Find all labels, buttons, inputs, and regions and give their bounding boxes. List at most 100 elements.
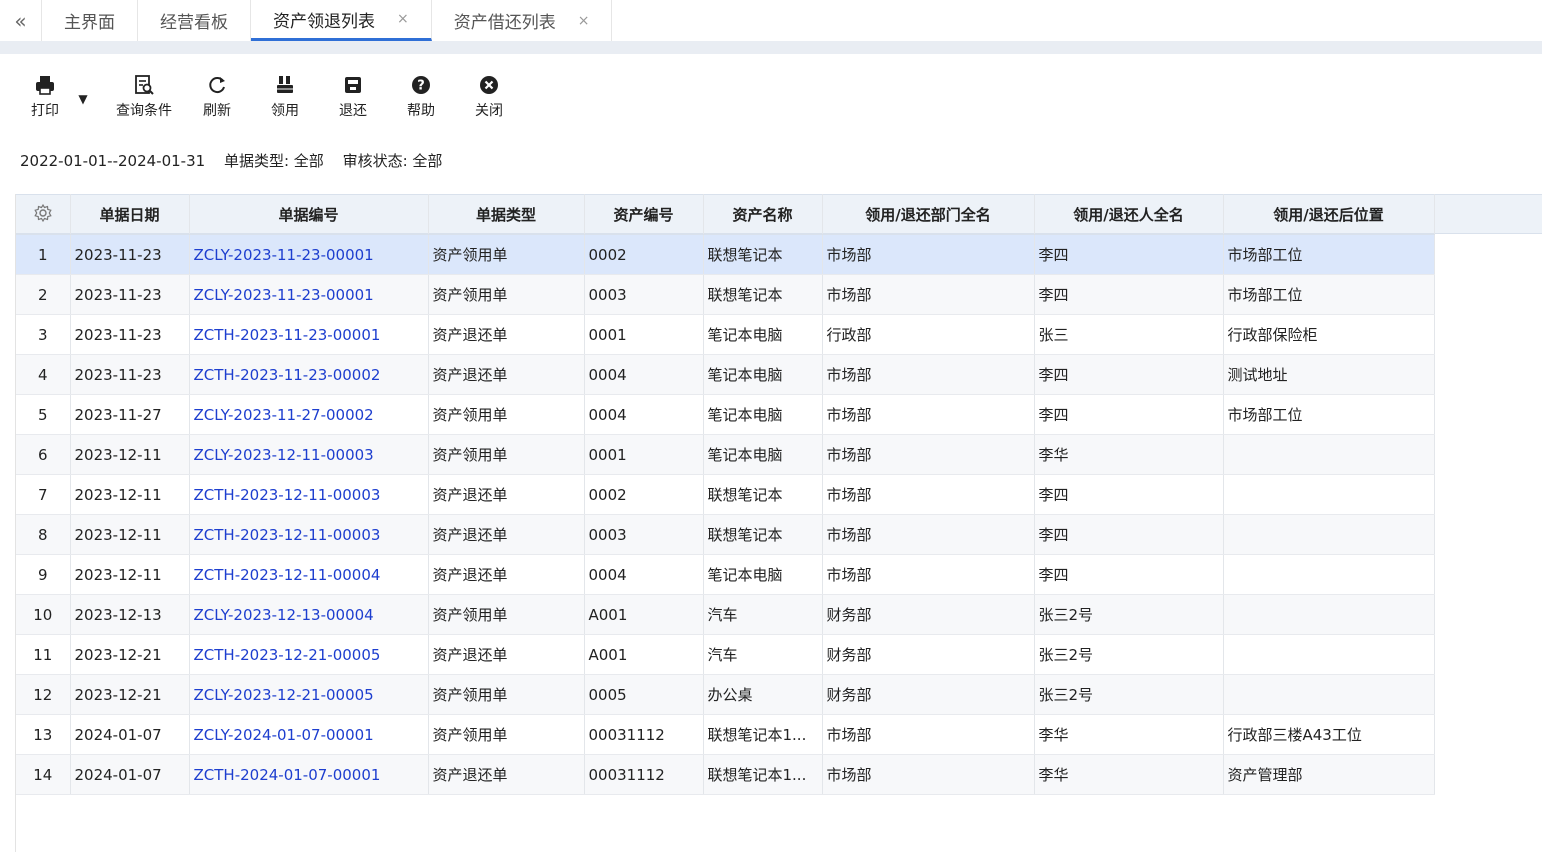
row-number: 9	[16, 554, 71, 595]
doc-date-cell: 2024-01-07	[70, 754, 190, 795]
department-cell: 市场部	[822, 434, 1035, 475]
tab-asset-receive-return-list[interactable]: 资产领退列表 ×	[251, 0, 432, 41]
doc-number-link[interactable]: ZCLY-2024-01-07-00001	[189, 714, 429, 755]
column-header-dept[interactable]: 领用/退还部门全名	[822, 194, 1035, 235]
doc-number-link[interactable]: ZCTH-2023-12-11-00003	[189, 514, 429, 555]
person-cell: 李华	[1034, 434, 1224, 475]
location-cell	[1223, 674, 1435, 715]
doc-number-link[interactable]: ZCTH-2024-01-07-00001	[189, 754, 429, 795]
column-header-asset-name[interactable]: 资产名称	[703, 194, 823, 235]
print-dropdown-icon[interactable]: ▼	[72, 86, 94, 112]
doc-type-cell: 资产领用单	[428, 434, 585, 475]
refresh-label: 刷新	[203, 103, 231, 119]
location-cell	[1223, 634, 1435, 675]
table-row[interactable]: 13 2024-01-07 ZCLY-2024-01-07-00001 资产领用单 00…	[16, 714, 1435, 755]
print-button[interactable]: 打印	[22, 72, 68, 120]
asset-name-cell: 笔记本电脑	[703, 314, 823, 355]
tab-home[interactable]: 主界面	[42, 0, 138, 41]
doc-number-link[interactable]: ZCLY-2023-12-11-00003	[189, 434, 429, 475]
column-header-location[interactable]: 领用/退还后位置	[1223, 194, 1435, 235]
asset-number-cell: 00031112	[584, 714, 704, 755]
table-row[interactable]: 3 2023-11-23 ZCTH-2023-11-23-00001 资产退还单 000…	[16, 314, 1435, 355]
department-cell: 行政部	[822, 314, 1035, 355]
table-row[interactable]: 12 2023-12-21 ZCLY-2023-12-21-00005 资产领用单 00…	[16, 674, 1435, 715]
doc-number-link[interactable]: ZCLY-2023-12-21-00005	[189, 674, 429, 715]
table-row[interactable]: 5 2023-11-27 ZCLY-2023-11-27-00002 资产领用单 000…	[16, 394, 1435, 435]
collapse-tabs-icon[interactable]: «	[0, 0, 42, 41]
asset-name-cell: 笔记本电脑	[703, 554, 823, 595]
tab-divider-strip	[0, 41, 1542, 54]
receive-button[interactable]: 领用	[262, 72, 308, 120]
close-label: 关闭	[475, 103, 503, 119]
doc-type-cell: 资产领用单	[428, 234, 585, 275]
table-row[interactable]: 14 2024-01-07 ZCTH-2024-01-07-00001 资产退还单 00…	[16, 754, 1435, 795]
doc-number-link[interactable]: ZCTH-2023-11-23-00001	[189, 314, 429, 355]
asset-number-cell: A001	[584, 634, 704, 675]
row-number: 7	[16, 474, 71, 515]
table-row[interactable]: 4 2023-11-23 ZCTH-2023-11-23-00002 资产退还单 000…	[16, 354, 1435, 395]
table-row[interactable]: 9 2023-12-11 ZCTH-2023-12-11-00004 资产退还单 000…	[16, 554, 1435, 595]
tab-label: 资产借还列表	[453, 13, 556, 33]
date-range: 2022-01-01--2024-01-31	[20, 152, 206, 170]
close-icon[interactable]: ×	[578, 13, 590, 29]
person-cell: 李华	[1034, 714, 1224, 755]
location-cell	[1223, 554, 1435, 595]
table-row[interactable]: 2 2023-11-23 ZCLY-2023-11-23-00001 资产领用单 000…	[16, 274, 1435, 315]
asset-name-cell: 笔记本电脑	[703, 434, 823, 475]
close-icon[interactable]: ×	[397, 11, 409, 27]
column-header-doc-no[interactable]: 单据编号	[189, 194, 429, 235]
table-row[interactable]: 8 2023-12-11 ZCTH-2023-12-11-00003 资产退还单 000…	[16, 514, 1435, 555]
asset-name-cell: 笔记本电脑	[703, 354, 823, 395]
doc-number-link[interactable]: ZCTH-2023-11-23-00002	[189, 354, 429, 395]
doc-date-cell: 2023-12-21	[70, 634, 190, 675]
help-button[interactable]: ? 帮助	[398, 72, 444, 120]
table-row[interactable]: 7 2023-12-11 ZCTH-2023-12-11-00003 资产退还单 000…	[16, 474, 1435, 515]
return-icon	[342, 72, 364, 98]
department-cell: 市场部	[822, 234, 1035, 275]
row-number: 2	[16, 274, 71, 315]
doc-type-cell: 资产退还单	[428, 754, 585, 795]
table-row[interactable]: 1 2023-11-23 ZCLY-2023-11-23-00001 资产领用单 000…	[16, 234, 1435, 275]
filter-summary: 2022-01-01--2024-01-31 单据类型: 全部 审核状态: 全部	[20, 150, 456, 171]
query-conditions-button[interactable]: 查询条件	[116, 72, 172, 120]
doc-number-link[interactable]: ZCLY-2023-11-27-00002	[189, 394, 429, 435]
department-cell: 市场部	[822, 514, 1035, 555]
column-header-date[interactable]: 单据日期	[70, 194, 190, 235]
doc-date-cell: 2023-11-27	[70, 394, 190, 435]
doc-number-link[interactable]: ZCTH-2023-12-11-00003	[189, 474, 429, 515]
table-row[interactable]: 11 2023-12-21 ZCTH-2023-12-21-00005 资产退还单 A0…	[16, 634, 1435, 675]
asset-number-cell: A001	[584, 594, 704, 635]
gear-icon[interactable]	[33, 203, 53, 223]
help-label: 帮助	[407, 103, 435, 119]
doc-number-link[interactable]: ZCTH-2023-12-11-00004	[189, 554, 429, 595]
department-cell: 市场部	[822, 714, 1035, 755]
tab-label: 主界面	[64, 13, 115, 33]
department-cell: 市场部	[822, 474, 1035, 515]
row-number: 3	[16, 314, 71, 355]
doc-number-link[interactable]: ZCLY-2023-11-23-00001	[189, 274, 429, 315]
doc-number-link[interactable]: ZCLY-2023-11-23-00001	[189, 234, 429, 275]
column-settings-cell[interactable]	[16, 194, 71, 235]
doc-number-link[interactable]: ZCLY-2023-12-13-00004	[189, 594, 429, 635]
doc-type-cell: 资产退还单	[428, 354, 585, 395]
doc-date-cell: 2023-12-11	[70, 474, 190, 515]
tab-asset-borrow-return-list[interactable]: 资产借还列表 ×	[432, 0, 613, 41]
doc-type-cell: 资产领用单	[428, 594, 585, 635]
column-header-asset-no[interactable]: 资产编号	[584, 194, 704, 235]
table-row[interactable]: 6 2023-12-11 ZCLY-2023-12-11-00003 资产领用单 000…	[16, 434, 1435, 475]
table-row[interactable]: 10 2023-12-13 ZCLY-2023-12-13-00004 资产领用单 A0…	[16, 594, 1435, 635]
row-number: 8	[16, 514, 71, 555]
tab-dashboard[interactable]: 经营看板	[138, 0, 251, 41]
row-number: 4	[16, 354, 71, 395]
row-number: 10	[16, 594, 71, 635]
doc-number-link[interactable]: ZCTH-2023-12-21-00005	[189, 634, 429, 675]
help-icon: ?	[410, 72, 432, 98]
column-header-person[interactable]: 领用/退还人全名	[1034, 194, 1224, 235]
column-header-doc-type[interactable]: 单据类型	[428, 194, 585, 235]
doc-type-filter: 单据类型: 全部	[223, 152, 324, 170]
query-icon	[133, 72, 155, 98]
refresh-button[interactable]: 刷新	[194, 72, 240, 120]
close-button[interactable]: 关闭	[466, 72, 512, 120]
return-button[interactable]: 退还	[330, 72, 376, 120]
person-cell: 张三2号	[1034, 634, 1224, 675]
